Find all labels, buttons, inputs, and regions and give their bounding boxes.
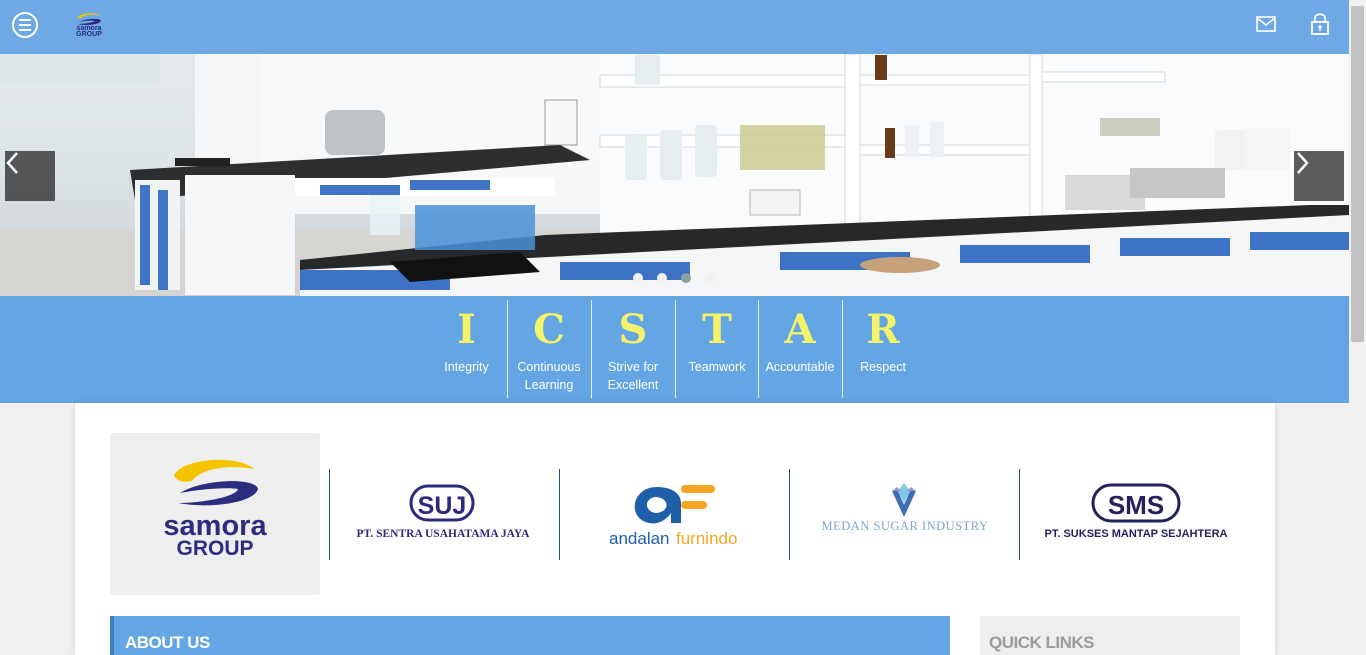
af-bar-middle [681, 501, 707, 509]
value-label: Strive for [607, 360, 658, 374]
lock-icon[interactable] [1311, 12, 1329, 35]
quick-links-title: QUICK LINKS [989, 633, 1095, 652]
value-integrity: I Integrity [433, 300, 500, 398]
about-us-title: ABOUT US [125, 633, 210, 652]
af-bar-top [681, 485, 715, 493]
value-divider [507, 300, 508, 398]
af-a-mark [634, 487, 681, 524]
value-divider [675, 300, 676, 398]
value-respect: R Respect [843, 300, 923, 398]
value-accountable: A Accountable [760, 300, 840, 398]
chevron-left-icon [6, 152, 18, 174]
menu-icon [19, 19, 31, 21]
value-letter: I [457, 306, 476, 353]
value-label-line2: Learning [524, 378, 574, 392]
value-label: Integrity [444, 360, 489, 374]
suj-company-name: PT. SENTRA USAHATAMA JAYA [357, 528, 531, 540]
carousel-dots [633, 273, 715, 283]
value-letter: S [618, 306, 648, 353]
value-strive-for-excellent: S Strive for Excellent [593, 300, 673, 398]
value-letter: A [784, 306, 816, 353]
value-continuous-learning: C Continuous Learning [509, 300, 589, 398]
carousel-prev-button[interactable] [5, 151, 55, 201]
mail-icon[interactable] [1256, 16, 1276, 32]
scrollbar-thumb[interactable] [1351, 6, 1364, 342]
group-logo-line2: GROUP [176, 537, 253, 560]
value-label: Continuous [517, 360, 581, 374]
top-navbar: samora GROUP [0, 0, 1349, 54]
samora-swoosh-yellow [174, 459, 254, 482]
samora-group-logo[interactable]: samora GROUP [110, 433, 320, 595]
chevron-right-icon [1297, 152, 1309, 174]
sms-company-name: PT. SUKSES MANTAP SEJAHTERA [1045, 528, 1228, 540]
carousel-dot-1[interactable] [633, 273, 643, 283]
value-letter: C [533, 306, 565, 353]
value-label: Teamwork [688, 360, 746, 374]
carousel-dot-4[interactable] [705, 273, 715, 283]
value-letter: R [866, 306, 900, 353]
brand-logo-line2: GROUP [76, 31, 102, 38]
carousel-dot-3[interactable] [681, 273, 691, 283]
sms-badge-text: SMS [1108, 490, 1164, 520]
value-label: Accountable [765, 360, 835, 374]
menu-button[interactable] [12, 12, 38, 38]
value-divider [591, 300, 592, 398]
carousel-dot-2[interactable] [657, 273, 667, 283]
af-word-furnindo: furnindo [676, 529, 737, 548]
partner-logo-andalan-furnindo[interactable]: andalan furnindo [559, 469, 789, 560]
value-label-line2: Excellent [607, 378, 659, 392]
brand-logo[interactable]: samora GROUP [67, 12, 111, 40]
value-label: Respect [860, 360, 906, 374]
msi-company-name: MEDAN SUGAR INDUSTRY [822, 519, 989, 533]
value-divider [842, 300, 843, 398]
samora-swoosh-navy [178, 481, 258, 506]
value-letter: T [702, 306, 732, 353]
quick-links-header: QUICK LINKS [980, 616, 1240, 655]
partner-logo-medan-sugar-industry[interactable]: MEDAN SUGAR INDUSTRY [789, 469, 1019, 560]
value-teamwork: T Teamwork [677, 300, 757, 398]
suj-badge-text: SUJ [418, 492, 467, 520]
partner-logo-suj[interactable]: SUJ PT. SENTRA USAHATAMA JAYA [329, 469, 559, 560]
about-us-header: ABOUT US [110, 616, 950, 655]
carousel-next-button[interactable] [1294, 151, 1344, 201]
value-divider [758, 300, 759, 398]
af-word-andalan: andalan [609, 529, 670, 548]
partner-logo-sms[interactable]: SMS PT. SUKSES MANTAP SEJAHTERA [1019, 469, 1249, 560]
